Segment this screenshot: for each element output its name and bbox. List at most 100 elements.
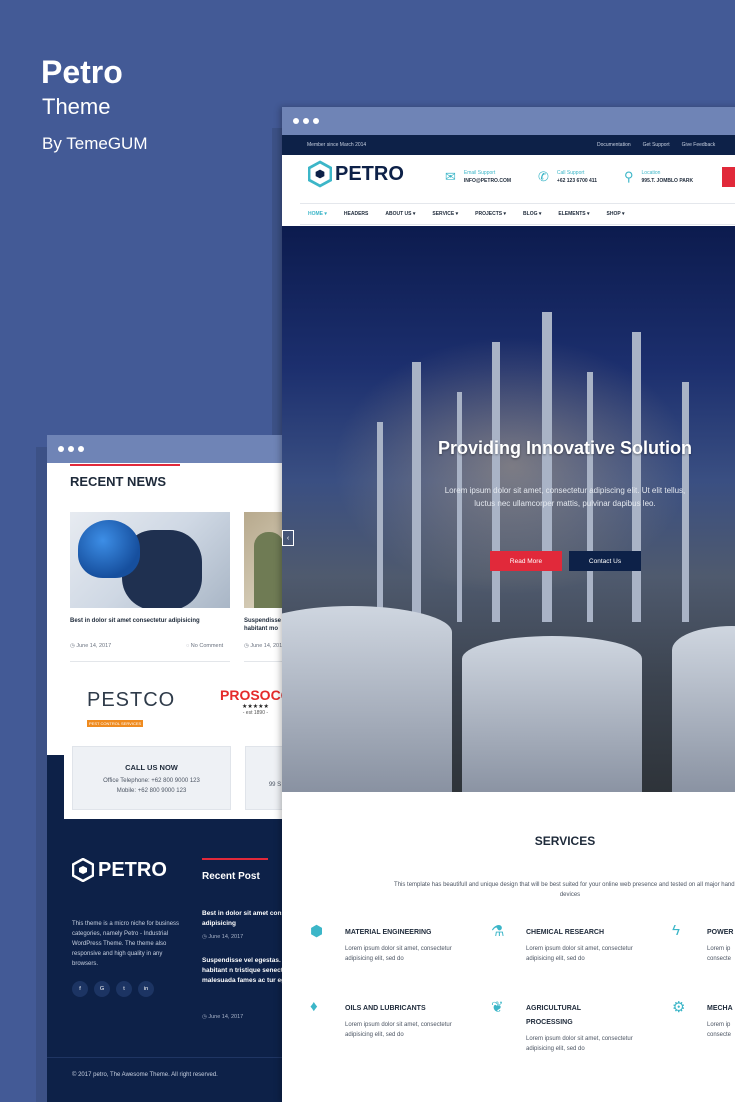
header-cta-button[interactable] [722, 167, 735, 187]
nav-item-elements[interactable]: ELEMENTS ▾ [558, 211, 589, 217]
service-name: OILS AND LUBRICANTS [345, 1005, 426, 1012]
mail-icon: ✉ [445, 169, 456, 184]
site-logo[interactable]: PETRO [308, 160, 404, 188]
client-logo-pestco[interactable]: PESTCO PEST CONTROL SERVICES [87, 689, 175, 730]
pestco-logo-tag: PEST CONTROL SERVICES [87, 720, 144, 727]
footer-post-date-text: June 14, 2017 [208, 1014, 244, 1020]
front-browser-window: Member since March 2014 Documentation Ge… [282, 107, 735, 1102]
news-date-text: June 14, 2017 [250, 643, 286, 649]
services-description: This template has beautifull and unique … [394, 882, 735, 898]
storage-tank [282, 606, 452, 792]
hero-title: Providing Innovative Solution [437, 438, 692, 458]
news-image-helmet[interactable] [70, 512, 230, 608]
refinery-tower [412, 362, 421, 622]
info-label: Email Support [463, 170, 496, 176]
footer-description: This theme is a micro niche for business… [72, 921, 180, 967]
facebook-icon[interactable]: f [72, 981, 88, 997]
member-since: Member since March 2014 [307, 142, 367, 148]
leaf-icon: ❦ [491, 999, 504, 1016]
prosocc-stars: ★★★★★ [241, 704, 269, 710]
news-comments[interactable]: ◌ No Comment [186, 643, 223, 649]
nav-item-home[interactable]: HOME ▾ [308, 211, 327, 217]
mobile-phone[interactable]: Mobile: +62 800 9000 123 [73, 786, 230, 796]
window-dot-icon[interactable] [313, 118, 319, 124]
hero-text: Lorem ipsum dolor sit amet, consectetur … [444, 486, 686, 508]
footer-accent-bar [202, 858, 268, 860]
nav-item-about[interactable]: ABOUT US ▾ [385, 211, 415, 217]
office-phone[interactable]: Office Telephone: +62 800 9000 123 [73, 776, 230, 786]
client-logo-prosocc[interactable]: PROSOCC ★★★★★ - est 1890 - [220, 687, 291, 716]
lightning-icon: ϟ [672, 922, 680, 939]
prosocc-est: - est 1890 - [242, 710, 269, 716]
documentation-link[interactable]: Documentation [597, 142, 631, 148]
window-dot-icon[interactable] [293, 118, 299, 124]
info-value: INFO@PETRO.COM [463, 178, 512, 184]
gears-icon: ⚙ [672, 999, 686, 1016]
nav-item-headers[interactable]: HEADERS [344, 211, 368, 217]
hero-slider: Providing Innovative Solution Lorem ipsu… [282, 226, 735, 792]
recent-news-heading: RECENT NEWS [70, 474, 167, 489]
news-date: ◷ June 14, 2017 [70, 643, 112, 649]
window-dot-icon[interactable] [78, 446, 84, 452]
section-accent-bar [70, 464, 180, 466]
pestco-logo-text: PESTCO [87, 689, 176, 711]
flask-icon: ⚗ [491, 923, 505, 940]
nav-label: HOME [308, 211, 323, 217]
nav-item-shop[interactable]: SHOP ▾ [607, 211, 625, 217]
footer-post-date-text: June 14, 2017 [208, 934, 244, 940]
info-value: +62 123 6700 411 [556, 178, 598, 184]
nav-item-service[interactable]: SERVICE ▾ [432, 211, 458, 217]
nav-label: ELEMENTS [558, 211, 586, 217]
services-heading: SERVICES [534, 834, 596, 848]
window-dot-icon[interactable] [58, 446, 64, 452]
nav-item-projects[interactable]: PROJECTS ▾ [475, 211, 506, 217]
service-text: Lorem ipsum dolor sit amet, consectetur … [526, 1036, 633, 1052]
contact-us-button[interactable]: Contact Us [569, 551, 641, 571]
instagram-icon[interactable]: in [138, 981, 154, 997]
call-support[interactable]: ✆ Call Support +62 123 6700 411 [538, 169, 597, 185]
window-dot-icon[interactable] [68, 446, 74, 452]
nav-label: SERVICE [432, 211, 455, 217]
service-name: AGRICULTURAL PROCESSING [526, 1005, 581, 1026]
window-dot-icon[interactable] [303, 118, 309, 124]
footer-social: f G t in [72, 981, 154, 997]
location-pin-icon: ⚲ [624, 169, 634, 184]
footer-copyright: © 2017 petro, The Awesome Theme. All rig… [72, 1072, 218, 1078]
prosocc-logo-text: PROSOCC [220, 687, 291, 703]
news-comments-text: No Comment [190, 643, 224, 649]
recent-post-heading: Recent Post [202, 871, 260, 882]
footer-post-date: ◷ June 14, 2017 [202, 1014, 244, 1020]
cubes-icon: ⬢ [310, 923, 324, 940]
news-caption[interactable]: Best in dolor sit amet consectetur adipi… [70, 617, 230, 625]
info-value: 995.T. JOMBLO PARK [641, 178, 694, 184]
get-support-link[interactable]: Get Support [643, 142, 670, 148]
promo-subtitle: Theme [42, 94, 111, 119]
refinery-tower [542, 312, 552, 622]
google-icon[interactable]: G [94, 981, 110, 997]
site-topbar: Member since March 2014 Documentation Ge… [282, 135, 735, 155]
refinery-tower [492, 342, 500, 622]
storage-tank [672, 626, 735, 792]
nav-label: PROJECTS [475, 211, 503, 217]
service-name: CHEMICAL RESEARCH [526, 929, 605, 936]
call-us-phones: Office Telephone: +62 800 9000 123 Mobil… [73, 776, 230, 796]
nav-item-blog[interactable]: BLOG ▾ [523, 211, 541, 217]
refinery-tower [377, 422, 383, 622]
nav-label: BLOG [523, 211, 538, 217]
refinery-tower [632, 332, 641, 622]
read-more-button[interactable]: Read More [490, 551, 562, 571]
info-label: Location [641, 170, 661, 176]
twitter-icon[interactable]: t [116, 981, 132, 997]
email-support[interactable]: ✉ Email Support INFO@PETRO.COM [445, 169, 511, 185]
location[interactable]: ⚲ Location 995.T. JOMBLO PARK [624, 169, 693, 185]
slider-prev-arrow-icon[interactable]: ‹ [282, 530, 294, 546]
service-text: Lorem ipsum dolor sit amet, consectetur … [526, 946, 633, 962]
header-logo-row: PETRO ✉ Email Support INFO@PETRO.COM ✆ Ca… [282, 155, 735, 201]
main-nav: HOME ▾ HEADERS ABOUT US ▾ SERVICE ▾ PROJ… [300, 203, 735, 225]
news-date: ◷ June 14, 2017 [244, 643, 286, 649]
nav-label: HEADERS [343, 211, 369, 217]
phone-icon: ✆ [538, 169, 549, 184]
info-label: Call Support [556, 170, 585, 176]
footer-logo[interactable]: PETRO [72, 858, 167, 882]
give-feedback-link[interactable]: Give Feedback [682, 142, 716, 148]
